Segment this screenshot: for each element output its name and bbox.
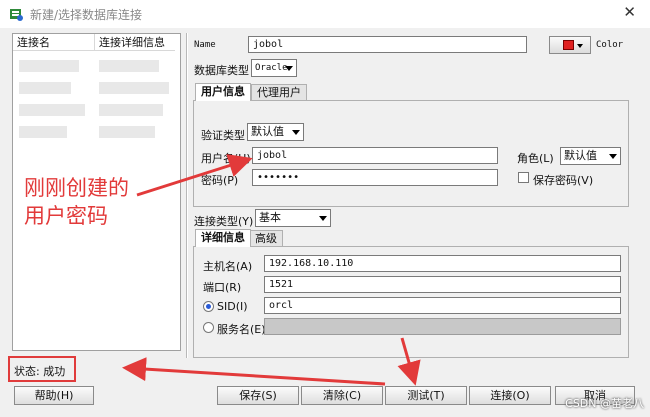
color-label: Color (596, 40, 624, 50)
chevron-down-icon (577, 44, 583, 48)
role-label: 角色(L) (517, 152, 554, 165)
database-app-icon (10, 9, 23, 21)
save-password-checkbox[interactable] (518, 172, 529, 183)
list-item[interactable] (19, 126, 67, 138)
dbtype-value: Oracle (255, 63, 288, 73)
dbtype-label: 数据库类型 (194, 64, 249, 77)
tab-advanced[interactable]: 高级 (249, 230, 283, 247)
chevron-down-icon (609, 154, 617, 159)
column-header-detail[interactable]: 连接详细信息 (95, 34, 175, 51)
splitter[interactable] (186, 33, 188, 358)
port-input[interactable]: 1521 (264, 276, 621, 293)
tab-user-info[interactable]: 用户信息 (195, 83, 251, 101)
role-select[interactable]: 默认值 (560, 147, 621, 165)
auth-type-label: 验证类型 (201, 129, 245, 142)
annotation-line-2: 用户密码 (24, 204, 108, 228)
annotation-text: 刚刚创建的 用户密码 (24, 174, 174, 230)
title-bar: 新建/选择数据库连接 ✕ (0, 0, 650, 28)
tab-proxy-user[interactable]: 代理用户 (251, 84, 307, 101)
tab-details[interactable]: 详细信息 (195, 229, 251, 247)
password-label: 密码(P) (201, 174, 239, 187)
sid-label[interactable]: SID(I) (217, 300, 248, 313)
service-name-input[interactable] (264, 318, 621, 335)
connect-button[interactable]: 连接(O) (469, 386, 551, 405)
arrow-to-status (122, 357, 386, 386)
save-password-label[interactable]: 保存密码(V) (533, 172, 593, 188)
chevron-down-icon (285, 66, 293, 71)
auth-type-value: 默认值 (251, 125, 284, 138)
name-input[interactable]: jobol (248, 36, 527, 53)
role-value: 默认值 (564, 149, 597, 162)
connection-dialog: 新建/选择数据库连接 ✕ 连接名 连接详细信息 Name jobol Color… (0, 0, 650, 417)
chevron-down-icon (292, 130, 300, 135)
close-icon[interactable]: ✕ (623, 3, 636, 21)
color-picker-button[interactable] (549, 36, 591, 54)
username-label: 用户名(U) (201, 152, 251, 165)
password-input[interactable]: ••••••• (252, 169, 498, 186)
list-item[interactable] (99, 60, 159, 72)
annotation-status-highlight (8, 356, 76, 382)
auth-type-select[interactable]: 默认值 (247, 123, 304, 141)
list-item[interactable] (19, 60, 79, 72)
port-label: 端口(R) (203, 281, 242, 294)
annotation-line-1: 刚刚创建的 (24, 176, 129, 200)
clear-button[interactable]: 清除(C) (301, 386, 383, 405)
chevron-down-icon (319, 216, 327, 221)
test-button[interactable]: 测试(T) (385, 386, 467, 405)
conn-type-select[interactable]: 基本 (255, 209, 331, 227)
list-item[interactable] (99, 126, 155, 138)
name-label: Name (194, 40, 216, 50)
color-swatch-icon (563, 40, 574, 50)
host-label: 主机名(A) (203, 260, 253, 273)
list-item[interactable] (99, 104, 163, 116)
window-title: 新建/选择数据库连接 (30, 8, 143, 22)
conn-type-value: 基本 (259, 211, 281, 224)
dbtype-select[interactable]: Oracle (251, 59, 297, 77)
list-item[interactable] (19, 104, 85, 116)
list-item[interactable] (19, 82, 71, 94)
host-input[interactable]: 192.168.10.110 (264, 255, 621, 272)
conn-type-label: 连接类型(Y) (194, 215, 254, 228)
save-button[interactable]: 保存(S) (217, 386, 299, 405)
sid-input[interactable]: orcl (264, 297, 621, 314)
watermark: CSDN @苗老八 (565, 397, 644, 410)
column-header-name[interactable]: 连接名 (13, 34, 95, 51)
service-name-radio[interactable] (203, 322, 214, 333)
sid-radio[interactable] (203, 301, 214, 312)
username-input[interactable]: jobol (252, 147, 498, 164)
help-button[interactable]: 帮助(H) (14, 386, 94, 405)
service-name-label[interactable]: 服务名(E) (217, 321, 266, 337)
list-item[interactable] (99, 82, 169, 94)
